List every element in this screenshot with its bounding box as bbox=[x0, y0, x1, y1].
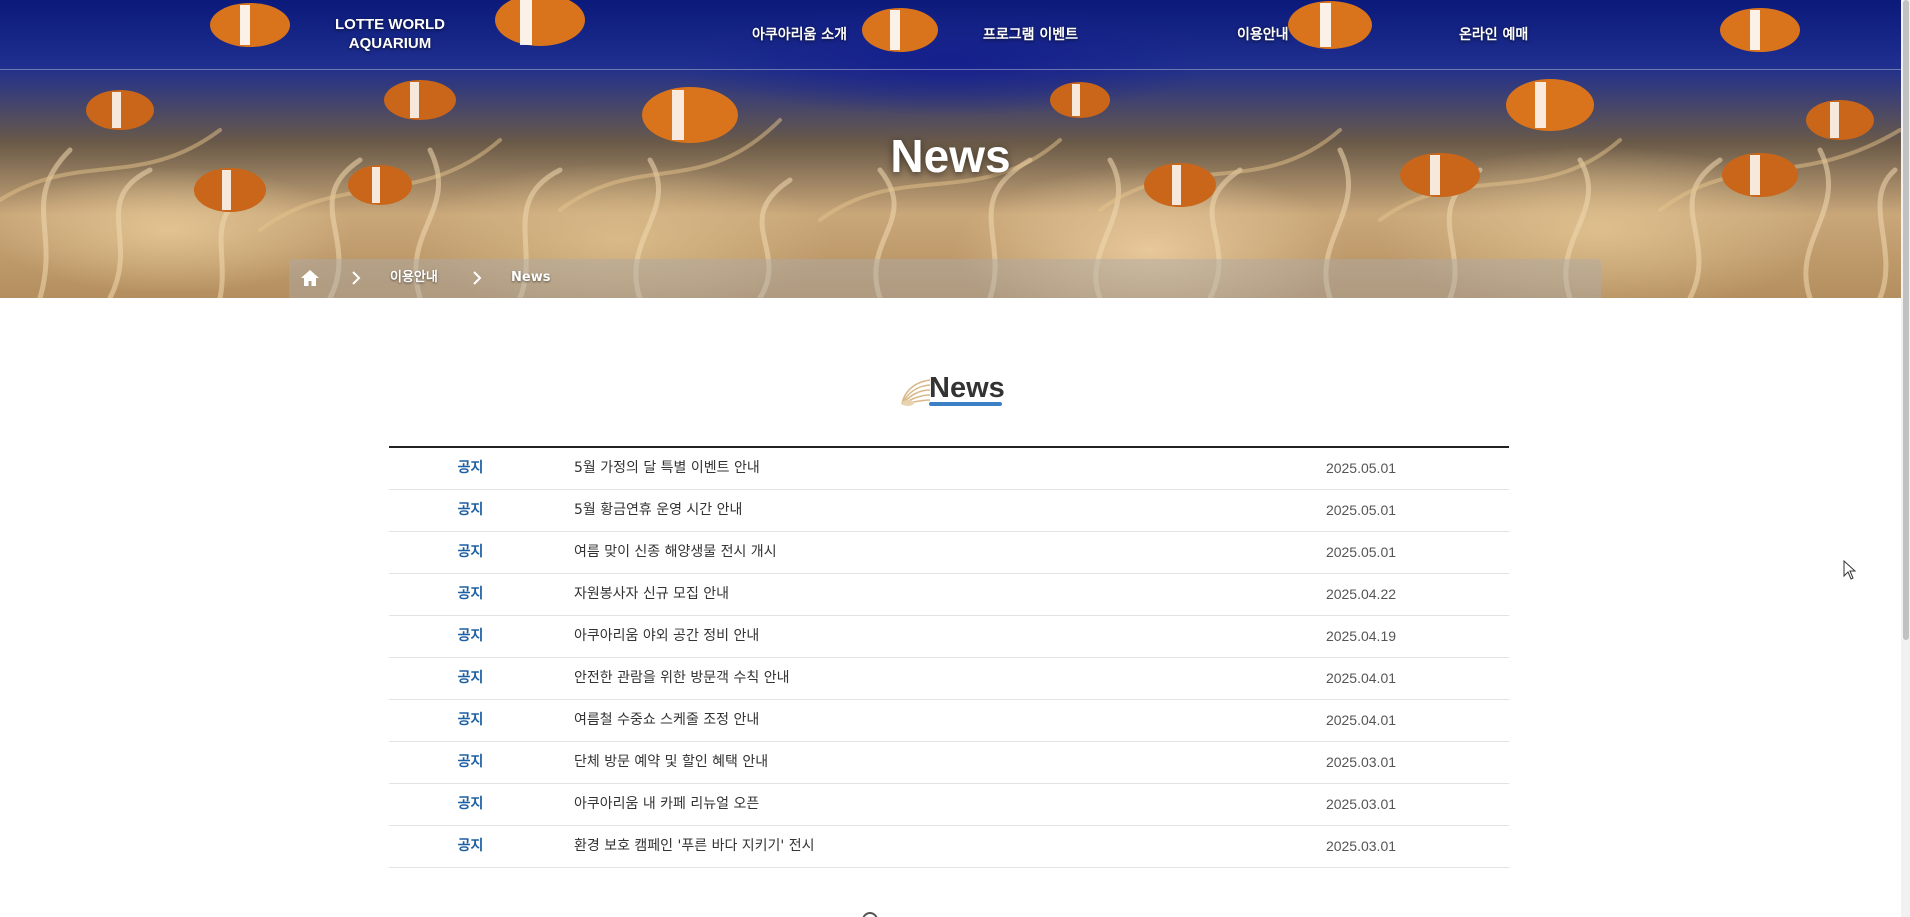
news-category: 공지 bbox=[457, 586, 484, 602]
news-row[interactable]: 공지 여름 맞이 신종 해양생물 전시 개시 2025.05.01 bbox=[389, 532, 1509, 574]
breadcrumb: 이용안내 News bbox=[289, 259, 1601, 298]
nav-item-aquarium-intro[interactable]: 아쿠아리움 소개 bbox=[752, 24, 847, 44]
news-row[interactable]: 공지 단체 방문 예약 및 할인 혜택 안내 2025.03.01 bbox=[389, 742, 1509, 784]
news-category: 공지 bbox=[457, 712, 484, 728]
scrollbar-thumb[interactable] bbox=[1903, 0, 1909, 640]
logo-line-2: AQUARIUM bbox=[348, 35, 432, 52]
news-subject-link[interactable]: 자원봉사자 신규 모집 안내 bbox=[574, 574, 729, 615]
news-date: 2025.03.01 bbox=[1325, 796, 1397, 812]
news-date: 2025.03.01 bbox=[1325, 838, 1397, 854]
news-category: 공지 bbox=[457, 460, 484, 476]
news-date: 2025.04.19 bbox=[1325, 628, 1397, 644]
news-date: 2025.03.01 bbox=[1325, 754, 1397, 770]
page: LOTTE WORLD AQUARIUM 아쿠아리움 소개 프로그램 이벤트 이… bbox=[0, 0, 1910, 917]
site-logo[interactable]: LOTTE WORLD AQUARIUM bbox=[315, 15, 465, 53]
pagination-indicator[interactable] bbox=[862, 912, 878, 917]
hero-title: News bbox=[890, 130, 1011, 182]
news-row[interactable]: 공지 아쿠아리움 야외 공간 정비 안내 2025.04.19 bbox=[389, 616, 1509, 658]
hero-banner: LOTTE WORLD AQUARIUM 아쿠아리움 소개 프로그램 이벤트 이… bbox=[0, 0, 1901, 298]
news-subject-link[interactable]: 여름 맞이 신종 해양생물 전시 개시 bbox=[574, 532, 777, 573]
nav-item-programs-events[interactable]: 프로그램 이벤트 bbox=[983, 24, 1078, 44]
news-category: 공지 bbox=[457, 796, 484, 812]
news-subject-link[interactable]: 환경 보호 캠페인 '푸른 바다 지키기' 전시 bbox=[574, 826, 814, 867]
news-row[interactable]: 공지 안전한 관람을 위한 방문객 수칙 안내 2025.04.01 bbox=[389, 658, 1509, 700]
news-category: 공지 bbox=[457, 754, 484, 770]
news-row[interactable]: 공지 여름철 수중쇼 스케줄 조정 안내 2025.04.01 bbox=[389, 700, 1509, 742]
chevron-right-icon bbox=[352, 271, 361, 285]
news-category: 공지 bbox=[457, 544, 484, 560]
news-date: 2025.05.01 bbox=[1325, 544, 1397, 560]
news-subject-link[interactable]: 단체 방문 예약 및 할인 혜택 안내 bbox=[574, 742, 768, 783]
news-category: 공지 bbox=[457, 838, 484, 854]
news-date: 2025.04.01 bbox=[1325, 712, 1397, 728]
news-date: 2025.05.01 bbox=[1325, 502, 1397, 518]
news-date: 2025.05.01 bbox=[1325, 460, 1397, 476]
news-row[interactable]: 공지 환경 보호 캠페인 '푸른 바다 지키기' 전시 2025.03.01 bbox=[389, 826, 1509, 868]
news-row[interactable]: 공지 5월 황금연휴 운영 시간 안내 2025.05.01 bbox=[389, 490, 1509, 532]
logo-line-1: LOTTE WORLD bbox=[335, 16, 445, 33]
news-subject-link[interactable]: 여름철 수중쇼 스케줄 조정 안내 bbox=[574, 700, 759, 741]
news-category: 공지 bbox=[457, 670, 484, 686]
nav-item-usage-guide[interactable]: 이용안내 bbox=[1237, 24, 1289, 44]
news-row[interactable]: 공지 자원봉사자 신규 모집 안내 2025.04.22 bbox=[389, 574, 1509, 616]
title-underline bbox=[929, 402, 1002, 406]
chevron-right-icon bbox=[473, 271, 482, 285]
news-list: 공지 5월 가정의 달 특별 이벤트 안내 2025.05.01 공지 5월 황금연휴 … bbox=[389, 446, 1509, 868]
top-navigation-bar: LOTTE WORLD AQUARIUM 아쿠아리움 소개 프로그램 이벤트 이… bbox=[0, 0, 1901, 70]
section-header: News bbox=[0, 368, 1901, 412]
mouse-pointer-icon bbox=[1843, 560, 1857, 580]
breadcrumb-item-usage-guide[interactable]: 이용안내 bbox=[390, 269, 438, 287]
news-subject-link[interactable]: 안전한 관람을 위한 방문객 수칙 안내 bbox=[574, 658, 789, 699]
news-category: 공지 bbox=[457, 502, 484, 518]
breadcrumb-item-news[interactable]: News bbox=[511, 269, 550, 287]
nav-item-online-booking[interactable]: 온라인 예매 bbox=[1459, 24, 1528, 44]
news-subject-link[interactable]: 5월 가정의 달 특별 이벤트 안내 bbox=[574, 448, 760, 489]
news-subject-link[interactable]: 아쿠아리움 내 카페 리뉴얼 오픈 bbox=[574, 784, 759, 825]
home-icon[interactable] bbox=[300, 269, 320, 287]
news-subject-link[interactable]: 5월 황금연휴 운영 시간 안내 bbox=[574, 490, 742, 531]
news-subject-link[interactable]: 아쿠아리움 야외 공간 정비 안내 bbox=[574, 616, 759, 657]
news-row[interactable]: 공지 5월 가정의 달 특별 이벤트 안내 2025.05.01 bbox=[389, 448, 1509, 490]
news-date: 2025.04.22 bbox=[1325, 586, 1397, 602]
news-row[interactable]: 공지 아쿠아리움 내 카페 리뉴얼 오픈 2025.03.01 bbox=[389, 784, 1509, 826]
news-date: 2025.04.01 bbox=[1325, 670, 1397, 686]
news-category: 공지 bbox=[457, 628, 484, 644]
